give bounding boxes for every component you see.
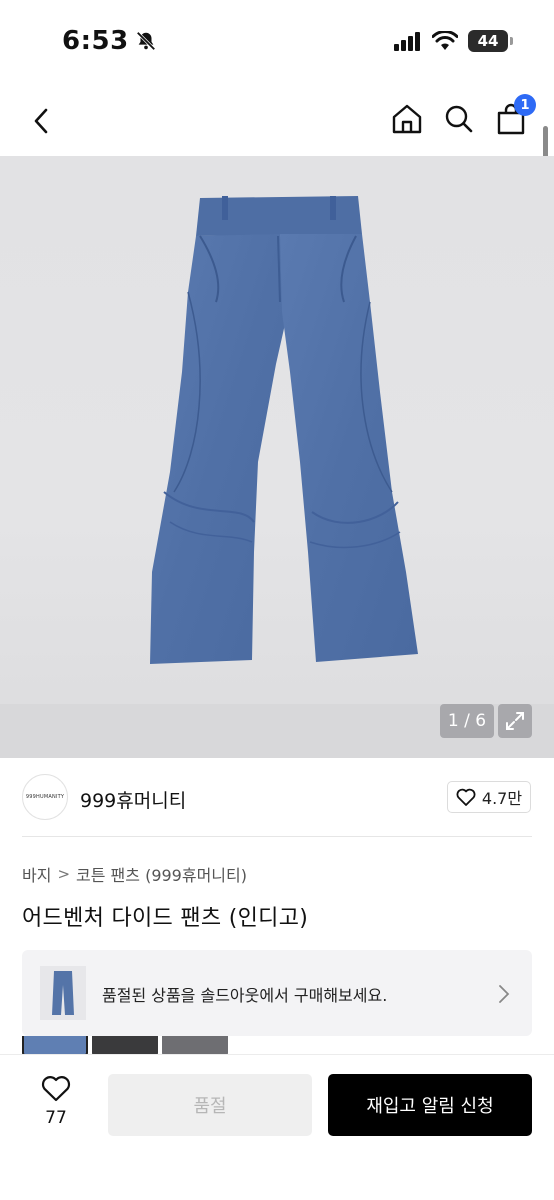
status-bar: 6:53 44 <box>0 0 554 84</box>
home-icon <box>392 104 422 134</box>
brand-name[interactable]: 999휴머니티 <box>80 786 186 813</box>
product-photo-pants <box>150 196 418 664</box>
thumbnail-indigo[interactable] <box>22 1036 88 1056</box>
battery-indicator: 44 <box>468 30 513 52</box>
wifi-icon <box>432 31 458 50</box>
expand-icon <box>506 712 524 730</box>
battery-level: 44 <box>477 32 499 50</box>
heart-icon <box>41 1076 71 1102</box>
top-navigation: 1 <box>0 90 554 152</box>
search-button[interactable] <box>442 100 476 138</box>
back-button[interactable] <box>24 104 58 138</box>
divider <box>22 836 532 837</box>
heart-icon <box>456 788 476 806</box>
soldout-button: 품절 <box>108 1074 312 1136</box>
breadcrumb-item-category[interactable]: 바지 <box>22 862 51 886</box>
status-time: 6:53 <box>62 26 157 56</box>
chevron-right-icon <box>499 985 510 1003</box>
home-button[interactable] <box>390 100 424 138</box>
wishlist-count: 77 <box>45 1108 67 1128</box>
breadcrumb-item-subcategory[interactable]: 코튼 팬츠 (999휴머니티) <box>76 862 247 886</box>
banner-text: 품절된 상품을 솔드아웃에서 구매해보세요. <box>102 986 388 1005</box>
product-title: 어드벤처 다이드 팬츠 (인디고) <box>22 906 309 931</box>
pants-thumbnail-icon <box>52 971 74 1015</box>
brand-logo-text: 999HUMANITY <box>25 794 65 800</box>
bottom-action-bar: 77 품절 재입고 알림 신청 <box>0 1054 554 1200</box>
restock-alert-button[interactable]: 재입고 알림 신청 <box>328 1074 532 1136</box>
cart-button[interactable]: 1 <box>494 94 536 138</box>
product-image-carousel[interactable]: 1 / 6 <box>0 156 554 758</box>
soldout-marketplace-banner[interactable]: 품절된 상품을 솔드아웃에서 구매해보세요. <box>22 950 532 1036</box>
banner-product-thumbnail <box>40 966 86 1020</box>
silent-bell-icon <box>136 31 156 51</box>
status-time-label: 6:53 <box>62 26 129 56</box>
thumbnail-grey[interactable] <box>162 1036 228 1056</box>
chevron-right-icon: > <box>57 865 71 883</box>
cart-count-badge: 1 <box>514 94 536 116</box>
brand-like-count: 4.7만 <box>481 789 523 808</box>
brand-logo[interactable]: 999HUMANITY <box>22 774 68 820</box>
status-indicators: 44 <box>394 30 513 52</box>
search-icon <box>445 105 473 133</box>
cellular-signal-icon <box>394 32 420 51</box>
breadcrumb: 바지 > 코튼 팬츠 (999휴머니티) <box>22 862 247 886</box>
brand-like-button[interactable]: 4.7만 <box>447 781 531 813</box>
brand-row: 999HUMANITY 999휴머니티 4.7만 <box>0 766 554 830</box>
expand-image-button[interactable] <box>498 704 532 738</box>
wishlist-button[interactable]: 77 <box>34 1075 78 1128</box>
chevron-left-icon <box>34 108 48 134</box>
image-counter: 1 / 6 <box>440 704 494 738</box>
color-option-thumbnails <box>22 1036 228 1056</box>
thumbnail-charcoal[interactable] <box>92 1036 158 1056</box>
